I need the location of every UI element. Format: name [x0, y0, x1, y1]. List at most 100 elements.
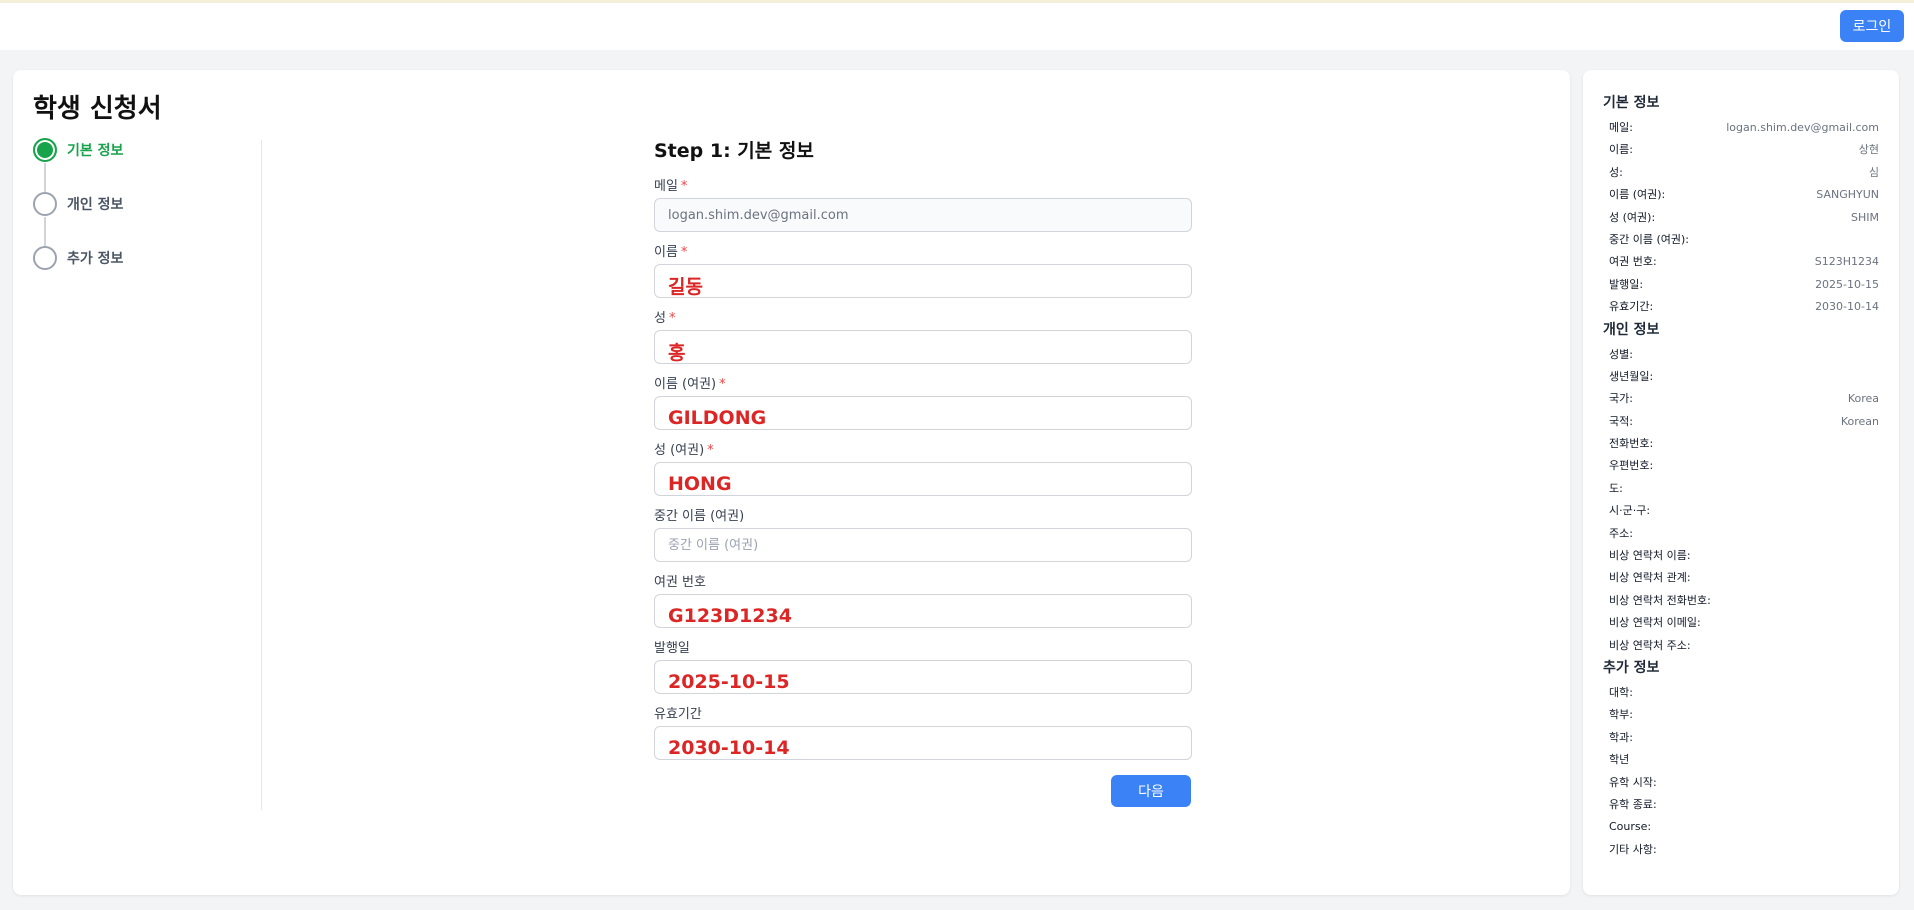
passport-first-name-field-group: 이름 (여권) *: [654, 376, 1192, 442]
step-label: 기본 정보: [67, 143, 124, 159]
summary-key: 중간 이름 (여권):: [1609, 232, 1690, 246]
summary-row: 발행일: 2025-10-15: [1603, 274, 1879, 296]
login-button[interactable]: 로그인: [1840, 10, 1904, 42]
last-name-input[interactable]: [654, 330, 1192, 364]
summary-value: 심: [1868, 165, 1879, 179]
summary-row: 국적: Korean: [1603, 411, 1879, 433]
summary-panel: 기본 정보 메일: logan.shim.dev@gmail.com 이름: 상현성:…: [1583, 70, 1899, 895]
summary-key: 유효기간:: [1609, 300, 1654, 314]
summary-row: 성별:: [1603, 344, 1879, 366]
summary-key: 이름 (여권):: [1609, 188, 1666, 202]
email-field-group: 메일 *: [654, 178, 1192, 244]
summary-key: 비상 연락처 이름:: [1609, 549, 1691, 563]
required-marker: *: [668, 311, 676, 326]
page-title: 학생 신청서: [33, 94, 162, 124]
summary-key: 학부:: [1609, 708, 1633, 722]
summary-key: 우편번호:: [1609, 459, 1654, 473]
summary-value: 상현: [1858, 143, 1879, 157]
summary-row: 유효기간: 2030-10-14: [1603, 296, 1879, 318]
summary-row: 이름: 상현: [1603, 139, 1879, 161]
issue-date-label: 발행일: [654, 641, 690, 656]
summary-key: 성:: [1609, 165, 1623, 179]
summary-row: 여권 번호: S123H1234: [1603, 251, 1879, 273]
summary-personal-list: 성별: 생년월일: 국가: Korea 국적: Korean 전화번호: 우편번호: 도: 시·군…: [1603, 344, 1879, 657]
summary-key: 국적:: [1609, 414, 1633, 428]
email-input[interactable]: [654, 198, 1192, 232]
summary-key: 대학:: [1609, 685, 1633, 699]
summary-key: 기타 사항:: [1609, 842, 1657, 856]
summary-key: 성별:: [1609, 347, 1633, 361]
step-connector: [44, 217, 46, 246]
step-circle-icon: [33, 246, 57, 270]
summary-row: 유학 종료:: [1603, 794, 1879, 816]
step-title: Step 1: 기본 정보: [654, 140, 814, 162]
passport-last-name-input[interactable]: [654, 462, 1192, 496]
passport-first-name-input[interactable]: [654, 396, 1192, 430]
summary-key: 시·군·구:: [1609, 504, 1651, 518]
first-name-label: 이름: [654, 245, 678, 260]
passport-last-name-label: 성 (여권): [654, 443, 705, 458]
passport-first-name-label: 이름 (여권): [654, 377, 717, 392]
passport-middle-name-input[interactable]: [654, 528, 1192, 562]
summary-row: 시·군·구:: [1603, 500, 1879, 522]
summary-key: 비상 연락처 전화번호:: [1609, 593, 1711, 607]
last-name-field-group: 성 *: [654, 310, 1192, 376]
summary-value: 2030-10-14: [1815, 300, 1879, 314]
expiry-date-input[interactable]: [654, 726, 1192, 760]
summary-key: 비상 연락처 주소:: [1609, 638, 1691, 652]
email-label: 메일: [654, 179, 678, 194]
basic-info-form: Step 1: 기본 정보 메일* 이름* 성* 이름 (여권)* 성 (여권)…: [654, 138, 1192, 772]
summary-additional-list: 대학: 학부: 학과: 학년유학 시작: 유학 종료: Course: 기타 사항:: [1603, 682, 1879, 861]
step-connector: [44, 163, 46, 192]
summary-row: 학년: [1603, 749, 1879, 771]
last-name-label: 성: [654, 311, 666, 326]
summary-key: 여권 번호:: [1609, 255, 1657, 269]
summary-value: logan.shim.dev@gmail.com: [1726, 121, 1879, 134]
passport-middle-name-label: 중간 이름 (여권): [654, 509, 745, 524]
summary-row: 비상 연락처 관계:: [1603, 567, 1879, 589]
summary-key: 비상 연락처 관계:: [1609, 571, 1691, 585]
summary-key: 메일:: [1609, 121, 1633, 134]
summary-row: 기타 사항:: [1603, 839, 1879, 861]
summary-row: 학과:: [1603, 727, 1879, 749]
issue-date-input[interactable]: [654, 660, 1192, 694]
summary-row: 중간 이름 (여권):: [1603, 229, 1879, 251]
summary-row: 전화번호:: [1603, 433, 1879, 455]
summary-value: SHIM: [1851, 210, 1879, 224]
summary-row: Course:: [1603, 816, 1879, 838]
summary-row: 학부:: [1603, 704, 1879, 726]
application-card: 학생 신청서 기본 정보 개인 정보 추가 정보 Step 1: 기본 정보 메…: [13, 70, 1570, 895]
step-circle-icon: [33, 192, 57, 216]
summary-key: 유학 시작:: [1609, 775, 1657, 789]
summary-key: 국가:: [1609, 392, 1633, 406]
summary-row: 국가: Korea: [1603, 388, 1879, 410]
summary-key: 유학 종료:: [1609, 797, 1657, 811]
summary-row: 성 (여권): SHIM: [1603, 207, 1879, 229]
summary-basic-list: 메일: logan.shim.dev@gmail.com 이름: 상현성: 심이름 (여…: [1603, 117, 1879, 319]
required-marker: *: [680, 179, 688, 194]
summary-basic-title: 기본 정보: [1603, 95, 1660, 111]
summary-key: 이름:: [1609, 143, 1633, 157]
step-label: 개인 정보: [67, 197, 124, 213]
passport-number-input[interactable]: [654, 594, 1192, 628]
summary-key: 주소:: [1609, 526, 1633, 540]
summary-personal-title: 개인 정보: [1603, 321, 1660, 338]
step-label: 추가 정보: [67, 251, 124, 267]
summary-row: 생년월일:: [1603, 366, 1879, 388]
next-button[interactable]: 다음: [1111, 775, 1191, 807]
summary-key: 도:: [1609, 481, 1623, 495]
summary-key: 성 (여권):: [1609, 210, 1656, 224]
summary-row: 도:: [1603, 478, 1879, 500]
issue-date-field-group: 발행일: [654, 640, 1192, 706]
required-marker: *: [680, 245, 688, 260]
summary-row: 유학 시작:: [1603, 772, 1879, 794]
summary-row: 주소:: [1603, 523, 1879, 545]
first-name-input[interactable]: [654, 264, 1192, 298]
summary-key: Course:: [1609, 820, 1652, 834]
passport-middle-name-field-group: 중간 이름 (여권): [654, 508, 1192, 574]
summary-value: SANGHYUN: [1816, 188, 1879, 202]
summary-row: 이름 (여권): SANGHYUN: [1603, 184, 1879, 206]
summary-key: 비상 연락처 이메일:: [1609, 616, 1701, 630]
summary-key: 생년월일:: [1609, 369, 1654, 383]
summary-additional-title: 추가 정보: [1603, 659, 1660, 676]
